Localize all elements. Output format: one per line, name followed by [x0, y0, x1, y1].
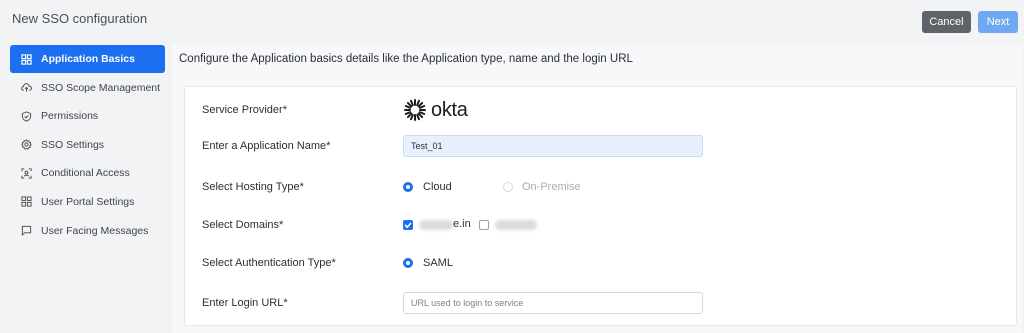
on-premise-radio[interactable] — [503, 182, 513, 192]
cloud-radio[interactable] — [403, 182, 413, 192]
app-name-label: Enter a Application Name* — [202, 140, 331, 152]
auth-type-label: Select Authentication Type* — [202, 257, 336, 269]
sidebar-item-label: SSO Scope Management — [41, 81, 161, 94]
form-card: Service Provider* okta Enter a Applicati… — [184, 86, 1017, 326]
sidebar-item-permissions[interactable]: Permissions — [10, 102, 165, 130]
grid-icon — [21, 196, 32, 208]
sidebar-item-sso-scope-management[interactable]: SSO Scope Management — [10, 74, 165, 102]
login-url-label: Enter Login URL* — [202, 297, 288, 309]
redacted-domain-blur — [419, 220, 453, 230]
app-name-input[interactable]: Test_01 — [403, 135, 703, 157]
shield-icon — [21, 111, 32, 122]
saml-radio-label[interactable]: SAML — [423, 257, 453, 269]
on-premise-radio-label[interactable]: On-Premise — [522, 181, 581, 193]
okta-sunburst-icon — [404, 99, 426, 121]
scan-user-icon — [21, 168, 32, 179]
redacted-domain-blur — [495, 220, 537, 230]
cloud-upload-icon — [21, 82, 32, 93]
domain-checkbox-2[interactable] — [479, 220, 489, 230]
sidebar: Application Basics SSO Scope Management … — [10, 45, 165, 245]
domain-checkbox-1[interactable] — [403, 220, 413, 230]
saml-radio[interactable] — [403, 258, 413, 268]
okta-wordmark: okta — [431, 98, 468, 121]
cloud-radio-label[interactable]: Cloud — [423, 181, 452, 193]
sidebar-item-sso-settings[interactable]: SSO Settings — [10, 131, 165, 159]
domains-label: Select Domains* — [202, 219, 284, 231]
main-content: Configure the Application basics details… — [172, 45, 1022, 333]
sidebar-item-label: User Portal Settings — [41, 195, 135, 208]
sidebar-item-user-facing-messages[interactable]: User Facing Messages — [10, 217, 165, 245]
sidebar-item-label: User Facing Messages — [41, 224, 149, 237]
domain-label-1: e.in — [453, 218, 471, 230]
section-description: Configure the Application basics details… — [179, 53, 633, 65]
gear-icon — [21, 139, 32, 151]
hosting-type-label: Select Hosting Type* — [202, 181, 304, 193]
check-icon — [404, 222, 412, 229]
service-provider-label: Service Provider* — [202, 104, 287, 116]
sidebar-item-user-portal-settings[interactable]: User Portal Settings — [10, 188, 165, 216]
cancel-button[interactable]: Cancel — [922, 11, 971, 33]
message-icon — [21, 225, 32, 237]
okta-logo: okta — [403, 98, 468, 122]
page-title: New SSO configuration — [12, 11, 148, 26]
sidebar-item-label: Permissions — [41, 110, 99, 123]
next-button[interactable]: Next — [978, 11, 1018, 33]
sidebar-item-conditional-access[interactable]: Conditional Access — [10, 159, 165, 187]
sidebar-item-application-basics[interactable]: Application Basics — [10, 45, 165, 73]
sidebar-item-label: Application Basics — [41, 53, 135, 65]
sidebar-item-label: SSO Settings — [41, 138, 105, 151]
grid-icon — [21, 53, 32, 65]
login-url-input[interactable]: URL used to login to service — [403, 292, 703, 314]
sidebar-item-label: Conditional Access — [41, 167, 130, 180]
